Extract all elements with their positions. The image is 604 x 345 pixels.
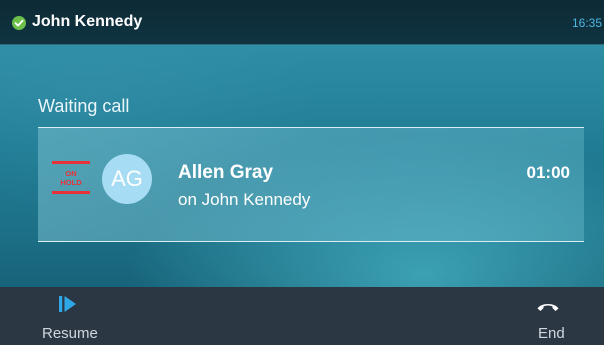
- call-duration: 01:00: [526, 163, 570, 182]
- waiting-call-card[interactable]: ON HOLD AG Allen Gray on John Kennedy 01…: [38, 127, 584, 242]
- status-bar: John Kennedy 16:35: [0, 0, 604, 45]
- status-user-name: John Kennedy: [32, 13, 143, 30]
- resume-button[interactable]: Resume: [0, 287, 150, 345]
- resume-label: Resume: [42, 325, 98, 342]
- hold-badge-top-line: [52, 161, 90, 164]
- caller-line-info: on John Kennedy: [178, 190, 311, 209]
- status-clock: 16:35: [572, 16, 603, 30]
- end-label: End: [538, 325, 565, 342]
- phone-screen: John Kennedy 16:35 Waiting call ON HOLD …: [0, 0, 604, 345]
- end-call-button[interactable]: End: [454, 287, 604, 345]
- end-call-icon: [536, 298, 560, 317]
- hold-badge-text-hold: HOLD: [60, 178, 82, 187]
- hold-badge-text-on: ON: [65, 169, 77, 178]
- check-circle-icon: [12, 16, 26, 30]
- hold-badge-bottom-line: [52, 191, 90, 194]
- call-content-area: Waiting call ON HOLD AG Allen Gray on Jo…: [0, 45, 604, 287]
- softkey-bar: Resume End: [0, 287, 604, 345]
- caller-name: Allen Gray: [178, 162, 274, 183]
- caller-avatar: AG: [102, 154, 152, 204]
- section-title: Waiting call: [38, 96, 130, 116]
- resume-icon: [59, 295, 77, 317]
- on-hold-icon: ON HOLD: [52, 161, 90, 199]
